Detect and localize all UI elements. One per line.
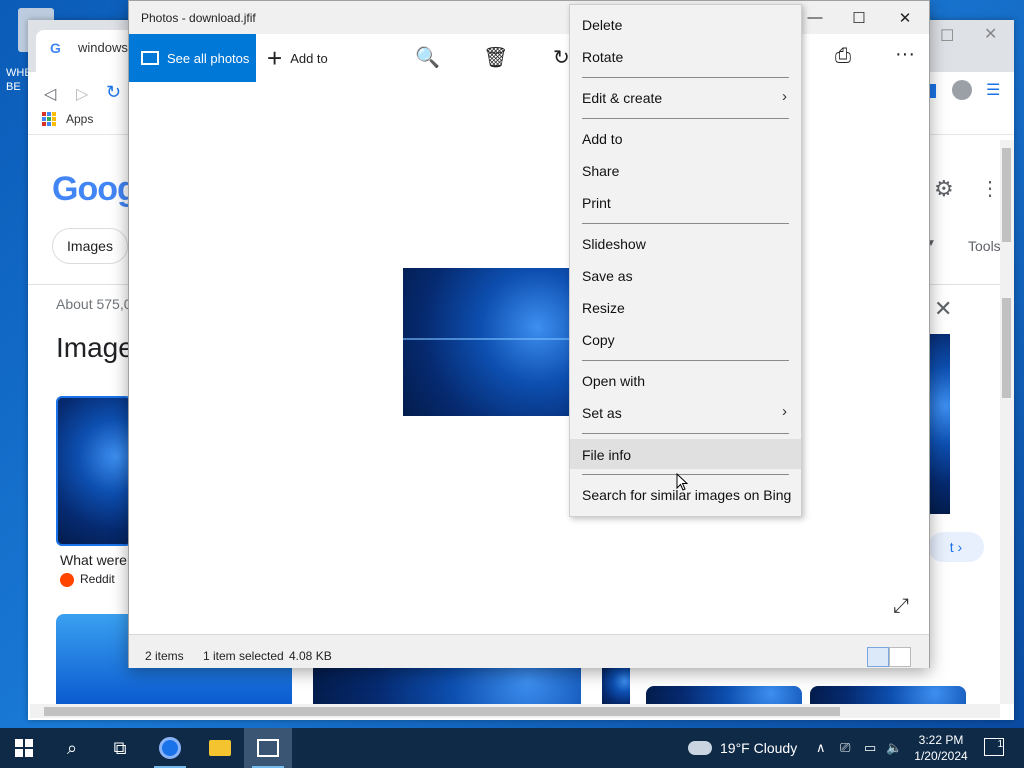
image-result-thumbnail[interactable] <box>602 666 630 704</box>
tools-button[interactable]: Tools <box>968 238 1001 254</box>
clock-date: 1/20/2024 <box>914 749 968 763</box>
windows-logo-icon <box>15 739 33 757</box>
back-icon[interactable]: ◁ <box>44 84 56 104</box>
file-explorer-icon[interactable] <box>196 728 244 768</box>
menu-item-set-as[interactable]: Set as › <box>570 397 801 427</box>
menu-item-file-info[interactable]: File info <box>570 439 801 469</box>
weather-widget[interactable]: 19°F Cloudy <box>688 728 797 768</box>
menu-separator <box>582 433 789 434</box>
status-size: 4.08 KB <box>289 649 332 663</box>
menu-separator <box>582 360 789 361</box>
minimize-icon[interactable]: — <box>805 9 825 26</box>
taskbar: ⌕ ⧉ 19°F Cloudy ∧ ⎚ ▭ 🔈 3:22 PM 1/20/202… <box>0 728 1024 768</box>
add-to-button[interactable]: + Add to <box>267 34 328 82</box>
menu-item-print[interactable]: Print <box>570 187 801 217</box>
rotate-icon[interactable]: ↻ <box>553 45 570 70</box>
photo-preview[interactable] <box>403 268 571 416</box>
menu-item-share[interactable]: Share <box>570 155 801 185</box>
chrome-maximize-icon[interactable]: ☐ <box>940 26 954 46</box>
horizontal-scrollbar[interactable] <box>30 704 1000 718</box>
bookmark-apps[interactable]: Apps <box>66 112 93 126</box>
scrollbar-thumb[interactable] <box>1002 298 1011 398</box>
image-result-thumbnail[interactable] <box>810 686 966 704</box>
fullscreen-expand-icon[interactable]: ⤢ <box>893 595 909 618</box>
mouse-cursor-icon <box>676 473 688 491</box>
notifications-icon[interactable]: 1 <box>984 738 1004 756</box>
clock-time: 3:22 PM <box>918 733 964 747</box>
photo-light-beam <box>403 338 571 340</box>
menu-item-delete[interactable]: Delete <box>570 9 801 39</box>
vertical-scrollbar[interactable] <box>1000 140 1014 704</box>
more-options-icon[interactable]: ··· <box>895 43 915 66</box>
next-button[interactable]: t › <box>928 532 984 562</box>
details-view-icon[interactable] <box>867 647 889 667</box>
cloud-icon <box>688 741 712 755</box>
menu-item-open-with[interactable]: Open with <box>570 365 801 395</box>
menu-item-copy[interactable]: Copy <box>570 324 801 354</box>
search-icon[interactable]: ⌕ <box>48 728 96 768</box>
status-item-count: 2 items <box>145 649 184 663</box>
result-title[interactable]: What were <box>60 552 127 568</box>
see-all-label: See all photos <box>167 50 250 66</box>
menu-item-slideshow[interactable]: Slideshow <box>570 228 801 258</box>
preview-view-icon[interactable] <box>889 647 911 667</box>
weather-condition: Cloudy <box>753 740 798 756</box>
image-result-thumbnail[interactable] <box>56 396 132 546</box>
images-heading: Image <box>56 332 134 363</box>
menu-separator <box>582 77 789 78</box>
add-to-label: Add to <box>290 50 328 66</box>
chrome-menu-icon[interactable]: ☰ <box>986 80 1000 100</box>
chevron-up-icon[interactable]: ∧ <box>816 740 826 756</box>
chrome-taskbar-icon[interactable] <box>146 728 194 768</box>
chevron-right-icon: › <box>782 403 787 420</box>
status-bar: 2 items 1 item selected 4.08 KB <box>129 634 929 668</box>
window-title: Photos - download.jfif <box>141 11 256 25</box>
see-all-photos-button[interactable]: See all photos <box>129 34 256 82</box>
notification-count: 1 <box>997 739 1003 750</box>
maximize-icon[interactable]: ☐ <box>849 9 869 27</box>
clock[interactable]: 3:22 PM 1/20/2024 <box>910 732 972 764</box>
image-result-thumbnail[interactable] <box>313 666 581 704</box>
photos-titlebar[interactable]: Photos - download.jfif — ☐ ✕ <box>129 1 929 34</box>
zoom-icon[interactable]: 🔍 <box>415 45 440 70</box>
delete-icon[interactable]: 🗑 <box>483 45 508 70</box>
menu-item-add-to[interactable]: Add to <box>570 123 801 153</box>
menu-separator <box>582 223 789 224</box>
start-button[interactable] <box>0 728 48 768</box>
photo-gallery-icon <box>141 51 159 65</box>
menu-item-resize[interactable]: Resize <box>570 292 801 322</box>
chrome-close-icon[interactable]: ✕ <box>984 24 997 44</box>
menu-item-rotate[interactable]: Rotate <box>570 41 801 71</box>
meet-now-icon[interactable]: ⎚ <box>840 740 850 756</box>
scrollbar-thumb[interactable] <box>1002 148 1011 242</box>
panel-close-icon[interactable]: ✕ <box>934 296 952 322</box>
google-favicon-icon: G <box>50 40 61 56</box>
volume-muted-icon[interactable]: 🔈 <box>886 740 902 756</box>
plus-icon: + <box>267 43 283 73</box>
close-icon[interactable]: ✕ <box>895 9 915 27</box>
menu-item-edit-create[interactable]: Edit & create › <box>570 82 801 112</box>
photos-window: Photos - download.jfif — ☐ ✕ See all pho… <box>128 0 930 668</box>
apps-grid-icon[interactable] <box>42 112 56 126</box>
forward-icon[interactable]: ▷ <box>76 84 88 104</box>
weather-temp: 19°F <box>720 740 750 756</box>
menu-separator <box>582 118 789 119</box>
network-icon[interactable]: ▭ <box>864 740 876 756</box>
images-chip[interactable]: Images <box>52 228 128 264</box>
result-source: Reddit <box>60 572 115 587</box>
result-count: About 575,0 <box>56 296 132 312</box>
context-menu: Delete Rotate Edit & create › Add to Shar… <box>569 4 802 517</box>
menu-item-save-as[interactable]: Save as <box>570 260 801 290</box>
scrollbar-thumb[interactable] <box>44 707 840 716</box>
task-view-icon[interactable]: ⧉ <box>96 728 144 768</box>
settings-gear-icon[interactable]: ⚙ <box>934 176 954 202</box>
chevron-right-icon: › <box>782 88 787 105</box>
photos-taskbar-icon[interactable] <box>244 728 292 768</box>
status-selected: 1 item selected <box>203 649 284 663</box>
image-result-thumbnail[interactable] <box>646 686 802 704</box>
reddit-icon <box>60 572 74 587</box>
reload-icon[interactable]: ↻ <box>106 82 121 103</box>
profile-avatar[interactable] <box>952 80 972 100</box>
print-icon[interactable]: ⎙ <box>835 45 851 68</box>
